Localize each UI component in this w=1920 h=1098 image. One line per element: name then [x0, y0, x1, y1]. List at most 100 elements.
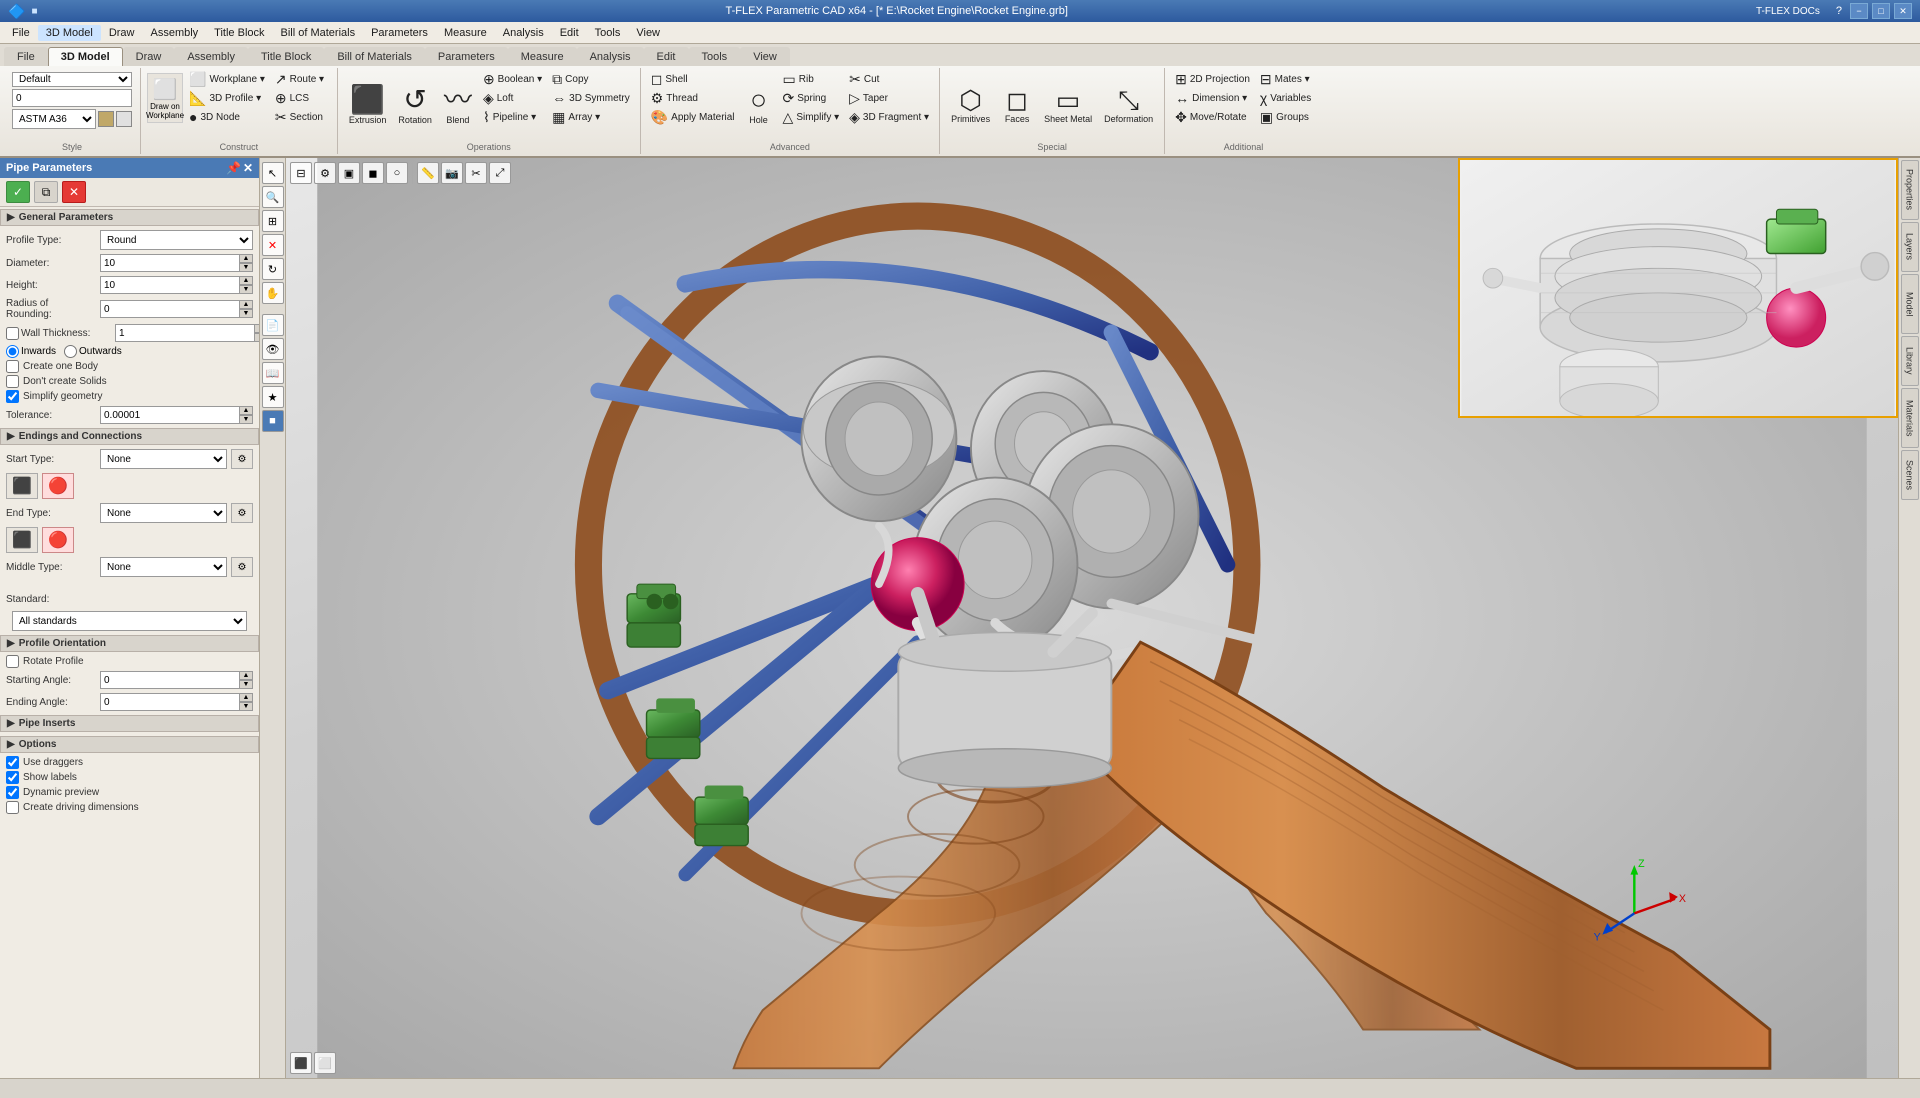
rp-library-btn[interactable]: Library	[1901, 336, 1919, 386]
menu-parameters[interactable]: Parameters	[363, 25, 436, 41]
starting-angle-input[interactable]	[100, 671, 239, 689]
deformation-btn[interactable]: ⤡ Deformation	[1099, 70, 1158, 140]
tolerance-up-btn[interactable]: ▲	[239, 406, 253, 415]
wall-thickness-input[interactable]	[115, 324, 254, 342]
menu-draw[interactable]: Draw	[101, 25, 143, 41]
start-icon-2[interactable]: 🔴	[42, 473, 74, 499]
confirm-button[interactable]: ✓	[6, 181, 30, 203]
tolerance-down-btn[interactable]: ▼	[239, 415, 253, 424]
faces-btn[interactable]: ◻ Faces	[997, 70, 1037, 140]
vp-zoom-btn[interactable]: 🔍	[262, 186, 284, 208]
spring-btn[interactable]: ⟳Spring	[779, 89, 844, 107]
ending-angle-up-btn[interactable]: ▲	[239, 693, 253, 702]
3dsymmetry-btn[interactable]: ⇔3D Symmetry	[548, 89, 634, 107]
simplify-geometry-checkbox[interactable]	[6, 390, 19, 403]
variables-btn[interactable]: χVariables	[1256, 89, 1316, 107]
height-down-btn[interactable]: ▼	[239, 285, 253, 294]
dont-create-solids-checkbox[interactable]	[6, 375, 19, 388]
create-driving-dim-checkbox[interactable]	[6, 801, 19, 814]
menu-view[interactable]: View	[628, 25, 668, 41]
vp-doc-btn[interactable]: 📄	[262, 314, 284, 336]
end-type-select[interactable]: None	[100, 503, 227, 523]
diameter-down-btn[interactable]: ▼	[239, 263, 253, 272]
thread-btn[interactable]: ⚙Thread	[647, 89, 739, 107]
ending-angle-down-btn[interactable]: ▼	[239, 702, 253, 711]
boolean-btn[interactable]: ⊕Boolean ▾	[479, 70, 546, 88]
copy-btn[interactable]: ⧉Copy	[548, 70, 634, 88]
start-type-select[interactable]: None	[100, 449, 227, 469]
standard-select[interactable]: All standards	[12, 611, 247, 631]
pipeline-btn[interactable]: ⌇Pipeline ▾	[479, 108, 546, 126]
vp-filter-btn[interactable]: ⊞	[262, 210, 284, 232]
vp-cursor-btn[interactable]: ↖	[262, 162, 284, 184]
menu-tools[interactable]: Tools	[587, 25, 629, 41]
dimension-btn[interactable]: ↔Dimension ▾	[1171, 89, 1254, 107]
options-header[interactable]: ▶Options	[0, 736, 259, 753]
ending-angle-input[interactable]	[100, 693, 239, 711]
start-icon-1[interactable]: ⬛	[6, 473, 38, 499]
tab-view[interactable]: View	[740, 47, 790, 66]
outwards-radio[interactable]	[64, 345, 77, 358]
tab-file[interactable]: File	[4, 47, 48, 66]
tab-3dmodel[interactable]: 3D Model	[48, 47, 123, 66]
radius-up-btn[interactable]: ▲	[239, 300, 253, 309]
inwards-option[interactable]: Inwards	[6, 345, 56, 358]
lcs-btn[interactable]: ⊕LCS	[271, 89, 331, 107]
vp-view-btn[interactable]: 👁	[262, 338, 284, 360]
height-up-btn[interactable]: ▲	[239, 276, 253, 285]
tab-edit[interactable]: Edit	[644, 47, 689, 66]
rotation-btn[interactable]: ↺ Rotation	[393, 70, 437, 140]
vp-star-btn[interactable]: ★	[262, 386, 284, 408]
3dnode-btn[interactable]: ●3D Node	[185, 108, 269, 126]
route-btn[interactable]: ↗Route ▾	[271, 70, 331, 88]
general-params-header[interactable]: ▶General Parameters	[0, 209, 259, 226]
3dfragment-btn[interactable]: ◈3D Fragment ▾	[845, 108, 933, 126]
starting-angle-up-btn[interactable]: ▲	[239, 671, 253, 680]
middle-type-settings-btn[interactable]: ⚙	[231, 557, 253, 577]
radius-input[interactable]	[100, 300, 239, 318]
dynamic-preview-checkbox[interactable]	[6, 786, 19, 799]
vp-fullscreen-btn[interactable]: ⤢	[489, 162, 511, 184]
diameter-up-btn[interactable]: ▲	[239, 254, 253, 263]
height-input[interactable]	[100, 276, 239, 294]
wall-thickness-checkbox[interactable]	[6, 327, 19, 340]
end-icon-2[interactable]: 🔴	[42, 527, 74, 553]
blend-btn[interactable]: 〰 Blend	[439, 70, 477, 140]
style-value-input[interactable]	[12, 89, 132, 107]
vp-tiled-btn[interactable]: ⬛	[290, 1052, 312, 1074]
maximize-button[interactable]: □	[1872, 3, 1890, 19]
tolerance-input[interactable]	[100, 406, 239, 424]
rp-model-btn[interactable]: Model	[1901, 274, 1919, 334]
groups-btn[interactable]: ▣Groups	[1256, 108, 1316, 126]
extrusion-btn[interactable]: ⬛ Extrusion	[344, 70, 392, 140]
radius-down-btn[interactable]: ▼	[239, 309, 253, 318]
tab-bom[interactable]: Bill of Materials	[324, 47, 425, 66]
vp-rotate-btn[interactable]: ↻	[262, 258, 284, 280]
tab-parameters[interactable]: Parameters	[425, 47, 508, 66]
workplane-btn[interactable]: ⬜Workplane ▾	[185, 70, 269, 88]
profile-orientation-header[interactable]: ▶Profile Orientation	[0, 635, 259, 652]
sheetmetal-btn[interactable]: ▭ Sheet Metal	[1039, 70, 1097, 140]
vp-camera-btn[interactable]: 📷	[441, 162, 463, 184]
tab-measure[interactable]: Measure	[508, 47, 577, 66]
pipe-inserts-header[interactable]: ▶Pipe Inserts	[0, 715, 259, 732]
vp-split-btn[interactable]: ⬜	[314, 1052, 336, 1074]
applymaterial-btn[interactable]: 🎨Apply Material	[647, 108, 739, 126]
starting-angle-down-btn[interactable]: ▼	[239, 680, 253, 689]
array-btn[interactable]: ▦Array ▾	[548, 108, 634, 126]
middle-type-select[interactable]: None	[100, 557, 227, 577]
vp-cross-btn[interactable]: ✕	[262, 234, 284, 256]
rp-properties-btn[interactable]: Properties	[1901, 160, 1919, 220]
panel-pin-icon[interactable]: 📌	[226, 161, 241, 175]
menu-analysis[interactable]: Analysis	[495, 25, 552, 41]
primitives-btn[interactable]: ⬡ Primitives	[946, 70, 995, 140]
cancel-button[interactable]: ✕	[62, 181, 86, 203]
close-button[interactable]: ✕	[1894, 3, 1912, 19]
material-select[interactable]: ASTM A36	[12, 109, 96, 129]
shell-btn[interactable]: ◻Shell	[647, 70, 739, 88]
create-one-body-checkbox[interactable]	[6, 360, 19, 373]
diameter-input[interactable]	[100, 254, 239, 272]
viewport-area[interactable]: ↖ 🔍 ⊞ ✕ ↻ ✋ 📄 👁 📖 ★ ■ ⊟ ⚙ ▣ ◼ ○ 📏 📷 ✂ ⤢	[260, 158, 1898, 1078]
copy-panel-button[interactable]: ⧉	[34, 181, 58, 203]
simplify-btn[interactable]: △Simplify ▾	[779, 108, 844, 126]
